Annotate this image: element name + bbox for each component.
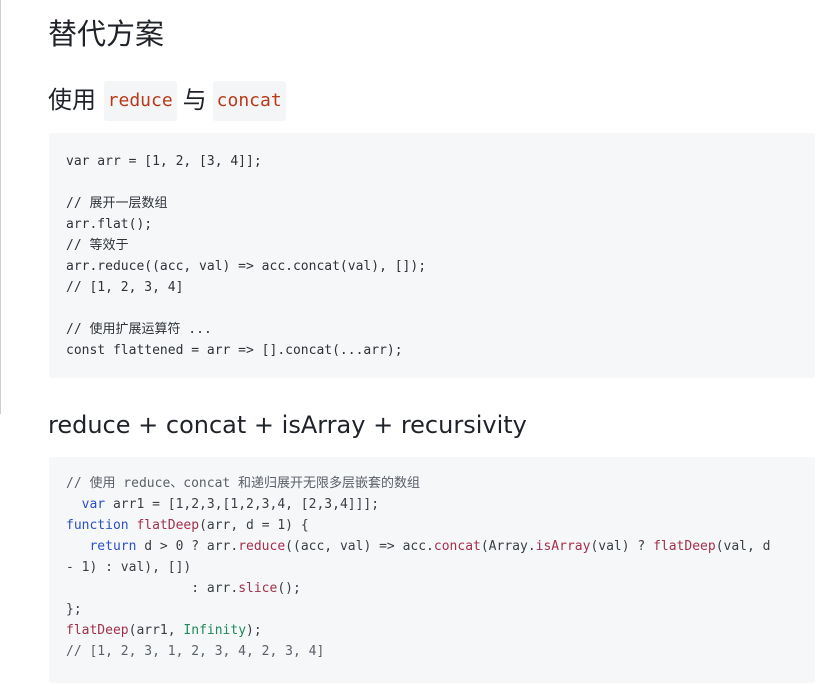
code-function-name: reduce: [238, 539, 286, 554]
code-function-name: flatDeep: [136, 518, 200, 533]
section-heading-recursive: reduce + concat + isArray + recursivity: [48, 411, 527, 439]
code-function-name: slice: [238, 581, 278, 596]
code-text: };: [66, 602, 82, 617]
code-text: - 1) : val), []): [66, 560, 192, 575]
code-line: const flattened = arr => [].concat(...ar…: [66, 343, 403, 358]
code-function-name: isArray: [535, 539, 591, 554]
code-text: ((acc, val) => acc.: [285, 539, 434, 554]
code-block-flat-deep[interactable]: // 使用 reduce、concat 和递归展开无限多层嵌套的数组 var a…: [49, 457, 815, 683]
code-keyword: return: [89, 539, 137, 554]
code-line: // [1, 2, 3, 1, 2, 3, 4, 2, 3, 4]: [66, 641, 815, 662]
code-line: // 展开一层数组: [66, 196, 168, 211]
code-function-name: flatDeep: [66, 623, 129, 638]
code-line: var arr = [1, 2, [3, 4]];: [66, 154, 262, 169]
heading-joiner: 与: [182, 86, 207, 114]
code-function-name: flatDeep: [653, 539, 716, 554]
code-line: };: [66, 599, 815, 620]
code-line: // 使用扩展运算符 ...: [66, 322, 212, 337]
code-text: arr1 = [1,2,3,[1,2,3,4, [2,3,4]]];: [105, 497, 380, 512]
code-block-flat-alternatives[interactable]: var arr = [1, 2, [3, 4]]; // 展开一层数组 arr.…: [49, 133, 815, 378]
code-text: (val, d: [715, 539, 771, 554]
code-line: arr.flat();: [66, 217, 153, 232]
inline-code-reduce: reduce: [103, 81, 177, 121]
left-border-rule: [0, 0, 1, 414]
code-line: - 1) : val), []): [66, 557, 815, 578]
code-text: );: [246, 623, 262, 638]
code-line: flatDeep(arr1, Infinity);: [66, 620, 815, 641]
inline-code-concat: concat: [212, 81, 286, 121]
code-line: // [1, 2, 3, 4]: [66, 280, 184, 295]
code-text: (val) ?: [590, 539, 654, 554]
code-comment: // 使用 reduce、concat 和递归展开无限多层嵌套的数组: [66, 476, 421, 491]
code-text: (arr1,: [128, 623, 184, 638]
code-keyword: function: [66, 518, 129, 533]
code-text: (Array.: [480, 539, 536, 554]
code-text: : arr.: [191, 581, 239, 596]
section-heading-reduce-concat: 使用 reduce 与 concat: [48, 81, 286, 121]
code-line: function flatDeep(arr, d = 1) {: [66, 515, 815, 536]
code-line: // 等效于: [66, 238, 129, 253]
code-text: d > 0 ? arr.: [136, 539, 239, 554]
code-comment: // [1, 2, 3, 1, 2, 3, 4, 2, 3, 4]: [66, 644, 325, 659]
code-text: (arr, d = 1) {: [199, 518, 309, 533]
code-line: var arr1 = [1,2,3,[1,2,3,4, [2,3,4]]];: [66, 494, 815, 515]
code-line: : arr.slice();: [66, 578, 815, 599]
code-keyword: var: [81, 497, 106, 512]
code-text: ();: [277, 581, 301, 596]
heading-prefix: 使用: [48, 86, 96, 114]
code-line: arr.reduce((acc, val) => acc.concat(val)…: [66, 259, 427, 274]
page-title: 替代方案: [48, 17, 165, 51]
code-line: return d > 0 ? arr.reduce((acc, val) => …: [66, 536, 815, 557]
code-builtin: Infinity: [183, 623, 247, 638]
code-line: // 使用 reduce、concat 和递归展开无限多层嵌套的数组: [66, 473, 815, 494]
code-function-name: concat: [433, 539, 481, 554]
